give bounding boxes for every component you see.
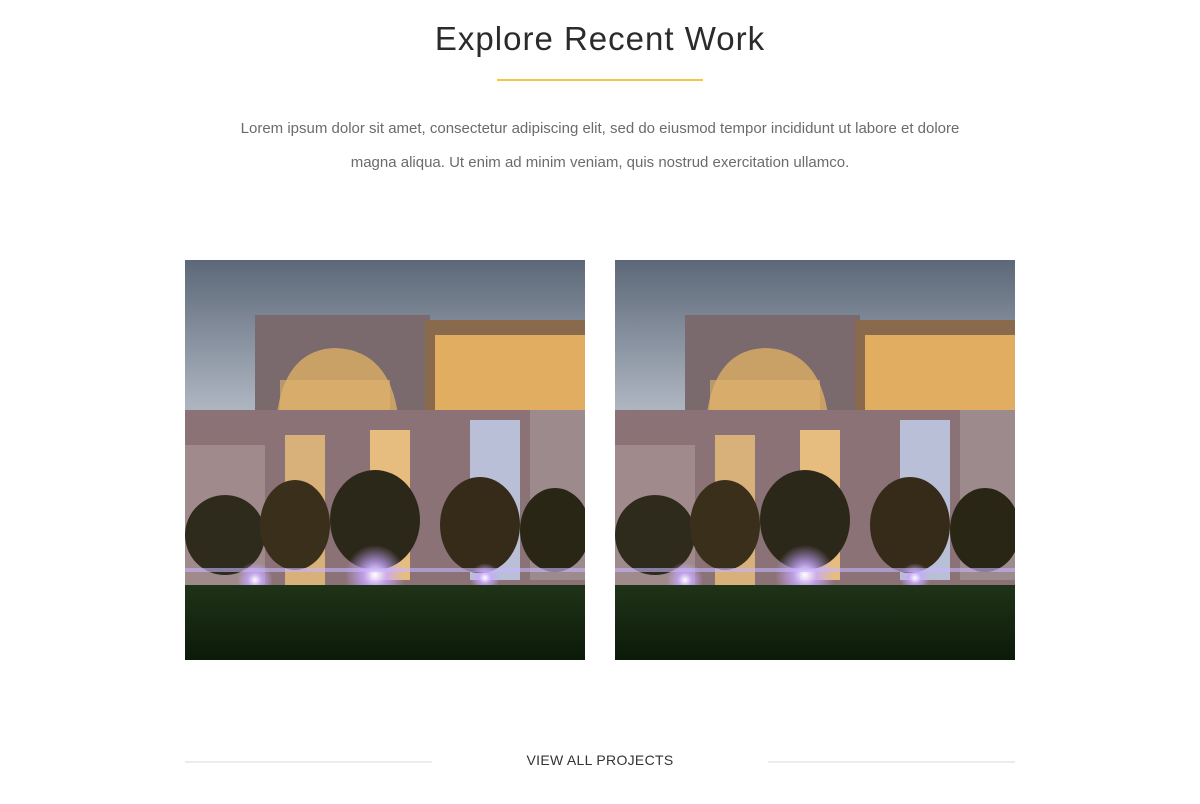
intro-line-2: magna aliqua. Ut enim ad minim veniam, q… [350, 154, 850, 171]
intro-line-1: Lorem ipsum dolor sit amet, consectetur … [240, 120, 960, 137]
title-underline [497, 79, 703, 81]
recent-work-section: Explore Recent Work Lorem ipsum dolor si… [0, 0, 1200, 804]
section-intro: Lorem ipsum dolor sit amet, consectetur … [220, 112, 980, 180]
project-image-1 [185, 260, 585, 660]
project-image-2 [615, 260, 1015, 660]
view-all-projects-link[interactable]: VIEW ALL PROJECTS [432, 752, 768, 768]
divider-left [185, 761, 432, 763]
project-card-2[interactable] [615, 260, 1015, 660]
project-card-1[interactable] [185, 260, 585, 660]
divider-right [768, 761, 1015, 763]
section-title: Explore Recent Work [434, 20, 766, 57]
